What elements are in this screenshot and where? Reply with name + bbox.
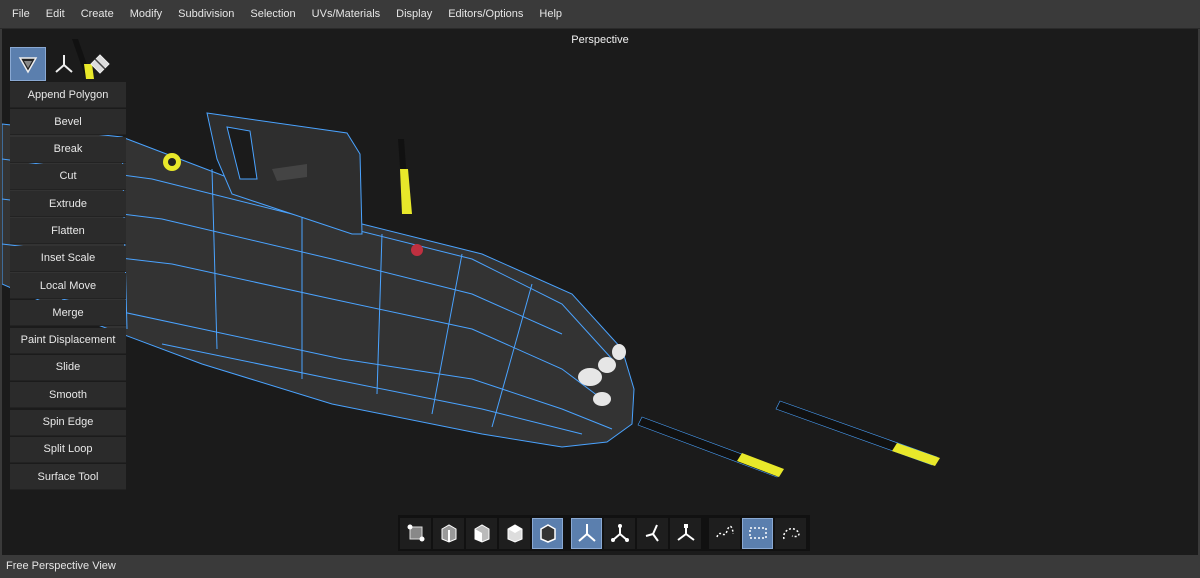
mesh-select-icon <box>539 524 556 543</box>
mesh-select-button[interactable] <box>532 517 563 549</box>
perspective-viewport[interactable]: Perspective Append Polygon Bevel Break C… <box>0 29 1200 555</box>
tool-spin-edge-button[interactable]: Spin Edge <box>10 409 126 436</box>
selection-toolbar <box>398 515 810 551</box>
tool-inset-scale-button[interactable]: Inset Scale <box>10 245 126 272</box>
menu-bar: File Edit Create Modify Subdivision Selection… <box>0 0 1200 29</box>
vertex-select-button[interactable] <box>400 517 431 549</box>
tool-smooth-button[interactable]: Smooth <box>10 382 126 409</box>
paint-select-icon <box>782 527 800 540</box>
menu-modify[interactable]: Modify <box>122 0 170 29</box>
polygon-mode-button[interactable] <box>10 47 46 81</box>
menu-subdivision[interactable]: Subdivision <box>170 0 242 29</box>
transform-mode-button[interactable] <box>46 47 82 81</box>
axis-rotate-icon <box>610 524 629 542</box>
tool-slide-button[interactable]: Slide <box>10 354 126 381</box>
status-bar: Free Perspective View <box>0 555 1200 578</box>
tool-bevel-button[interactable]: Bevel <box>10 109 126 136</box>
transform-axes-icon <box>55 55 73 73</box>
tool-append-polygon-button[interactable]: Append Polygon <box>10 82 126 108</box>
menu-selection[interactable]: Selection <box>242 0 303 29</box>
paint-select-button[interactable] <box>775 517 806 549</box>
tool-list: Append Polygon Bevel Break Cut Extrude Flatte… <box>10 82 126 491</box>
axis-local-icon <box>676 524 695 541</box>
axis-move-icon <box>577 524 596 542</box>
menu-create[interactable]: Create <box>73 0 122 29</box>
edge-select-button[interactable] <box>433 517 464 549</box>
menu-edit[interactable]: Edit <box>38 0 73 29</box>
menu-uvs-materials[interactable]: UVs/Materials <box>304 0 388 29</box>
viewport-title: Perspective <box>571 34 629 46</box>
menu-help[interactable]: Help <box>531 0 570 29</box>
axis-local-button[interactable] <box>670 517 701 549</box>
object-select-button[interactable] <box>499 517 530 549</box>
face-select-icon <box>474 524 489 543</box>
hatch-marking-red <box>411 244 423 256</box>
axis-scale-icon <box>645 524 659 542</box>
uv-mode-button[interactable] <box>82 47 118 81</box>
object-select-icon <box>507 524 522 543</box>
tool-local-move-button[interactable]: Local Move <box>10 273 126 300</box>
tool-paint-displacement-button[interactable]: Paint Displacement <box>10 327 126 354</box>
tool-extrude-button[interactable]: Extrude <box>10 191 126 218</box>
edge-select-icon <box>441 524 456 543</box>
rect-select-icon <box>748 527 767 539</box>
rect-select-button[interactable] <box>742 517 773 549</box>
tool-cut-button[interactable]: Cut <box>10 163 126 190</box>
face-select-button[interactable] <box>466 517 497 549</box>
axis-move-button[interactable] <box>571 517 602 549</box>
tool-merge-button[interactable]: Merge <box>10 300 126 327</box>
missile-horizontal-2[interactable] <box>775 400 940 466</box>
tool-break-button[interactable]: Break <box>10 136 126 163</box>
uv-diamond-icon <box>90 54 110 74</box>
axis-rotate-button[interactable] <box>604 517 635 549</box>
menu-editors-options[interactable]: Editors/Options <box>440 0 531 29</box>
vertex-select-icon <box>407 524 424 542</box>
lasso-select-button[interactable] <box>709 517 740 549</box>
menu-display[interactable]: Display <box>388 0 440 29</box>
tool-split-loop-button[interactable]: Split Loop <box>10 436 126 463</box>
lasso-select-icon <box>715 525 734 538</box>
tool-surface-tool-button[interactable]: Surface Tool <box>10 464 126 491</box>
submarine-model-scene[interactable] <box>2 29 1198 555</box>
missile-horizontal-1[interactable] <box>637 416 784 478</box>
menu-file[interactable]: File <box>4 0 38 29</box>
axis-scale-button[interactable] <box>637 517 668 549</box>
polygon-mode-icon <box>18 57 38 74</box>
status-text: Free Perspective View <box>6 560 116 572</box>
tool-flatten-button[interactable]: Flatten <box>10 218 126 245</box>
tool-panel: Append Polygon Bevel Break Cut Extrude Flatte… <box>10 47 126 491</box>
mode-selector <box>10 47 126 81</box>
